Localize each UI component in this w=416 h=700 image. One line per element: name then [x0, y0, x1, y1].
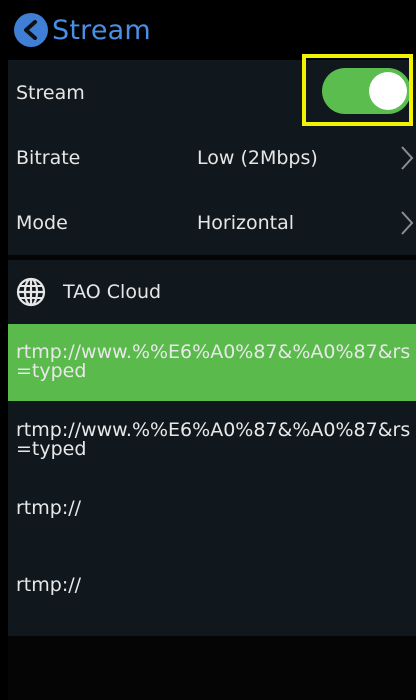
chevron-left-icon: [24, 20, 37, 40]
globe-icon: [16, 277, 46, 307]
server-url: rtmp://: [16, 574, 82, 596]
chevron-right-icon: [401, 146, 414, 170]
highlight-box: [302, 54, 413, 126]
server-item[interactable]: rtmp://www.%%E6%A0%87&%A0%87&rs=typed: [8, 401, 416, 478]
stream-label: Stream: [16, 81, 85, 104]
chevron-right-icon: [401, 211, 414, 235]
bitrate-value: Low (2Mbps): [197, 146, 318, 169]
cloud-name: TAO Cloud: [63, 281, 162, 303]
bitrate-label: Bitrate: [16, 146, 81, 169]
back-button[interactable]: [14, 13, 48, 47]
cloud-server-list: TAO Cloud rtmp://www.%%E6%A0%87&%A0%87&r…: [8, 260, 416, 636]
server-item[interactable]: rtmp://: [8, 556, 416, 636]
mode-value: Horizontal: [197, 211, 295, 234]
server-url: rtmp://www.%%E6%A0%87&%A0%87&rs=typed: [16, 419, 411, 460]
cloud-header: TAO Cloud: [8, 260, 416, 324]
mode-label: Mode: [16, 211, 68, 234]
server-item[interactable]: rtmp://www.%%E6%A0%87&%A0%87&rs=typed: [8, 324, 416, 401]
mode-row[interactable]: Mode Horizontal: [8, 190, 416, 255]
server-item[interactable]: rtmp://: [8, 478, 416, 556]
server-url: rtmp://www.%%E6%A0%87&%A0%87&rs=typed: [16, 341, 411, 382]
bitrate-row[interactable]: Bitrate Low (2Mbps): [8, 125, 416, 190]
page-title: Stream: [52, 14, 151, 46]
server-url: rtmp://: [16, 497, 82, 519]
header-bar: Stream: [8, 0, 416, 60]
